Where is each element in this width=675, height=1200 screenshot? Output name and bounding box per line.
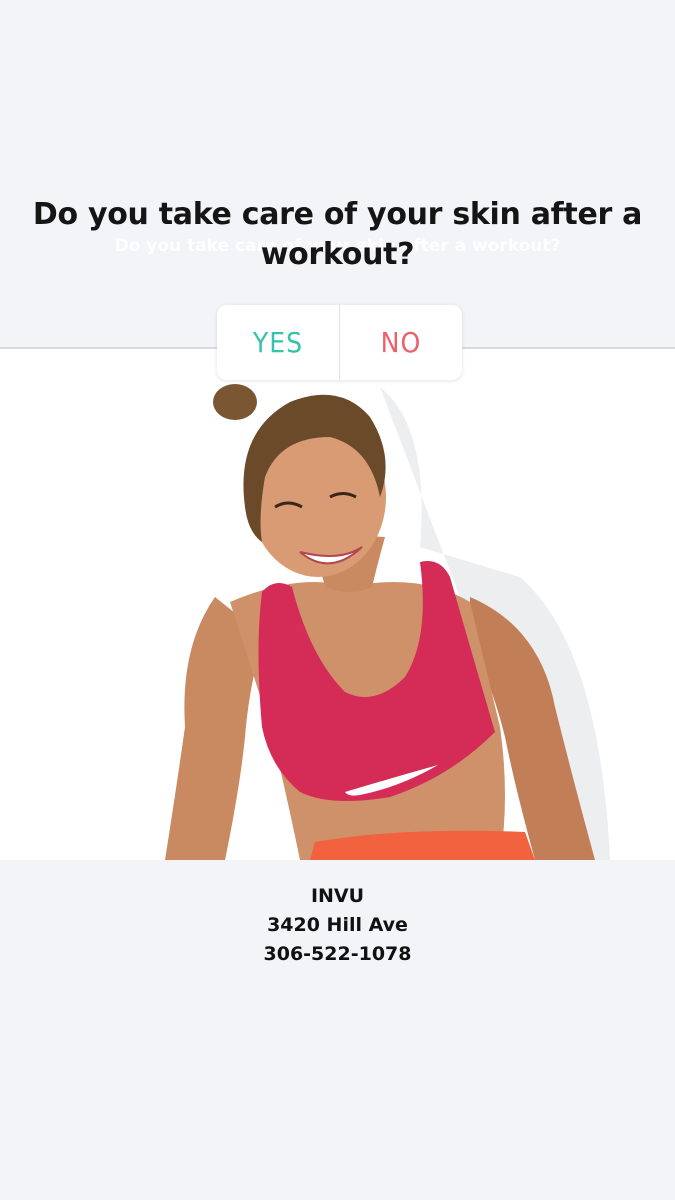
- poll-sticker: YES NO: [217, 305, 462, 380]
- workout-photo: [0, 347, 675, 860]
- business-name: INVU: [310, 885, 365, 907]
- business-phone[interactable]: 306-522-1078: [0, 940, 675, 969]
- poll-question: Do you take care of your skin after a wo…: [32, 197, 643, 272]
- woman-illustration: [165, 384, 610, 860]
- business-info: INVU 3420 Hill Ave 306-522-1078: [0, 882, 675, 969]
- poll-yes-button[interactable]: YES: [217, 305, 339, 380]
- poll-no-button[interactable]: NO: [340, 305, 462, 380]
- business-address: 3420 Hill Ave: [267, 914, 408, 936]
- story-canvas: Do you take care of your skin after a wo…: [0, 0, 675, 1200]
